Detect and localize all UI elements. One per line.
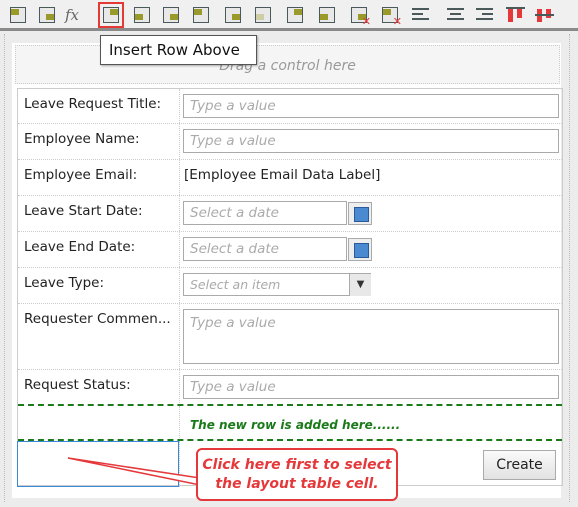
tooltip: Insert Row Above: [100, 35, 257, 65]
callout-annotation: Click here first to select the layout tab…: [196, 448, 398, 501]
callout-line: the layout table cell.: [215, 476, 379, 492]
callout-line: Click here first to select: [202, 457, 392, 473]
callout-pointer: [67, 457, 201, 486]
